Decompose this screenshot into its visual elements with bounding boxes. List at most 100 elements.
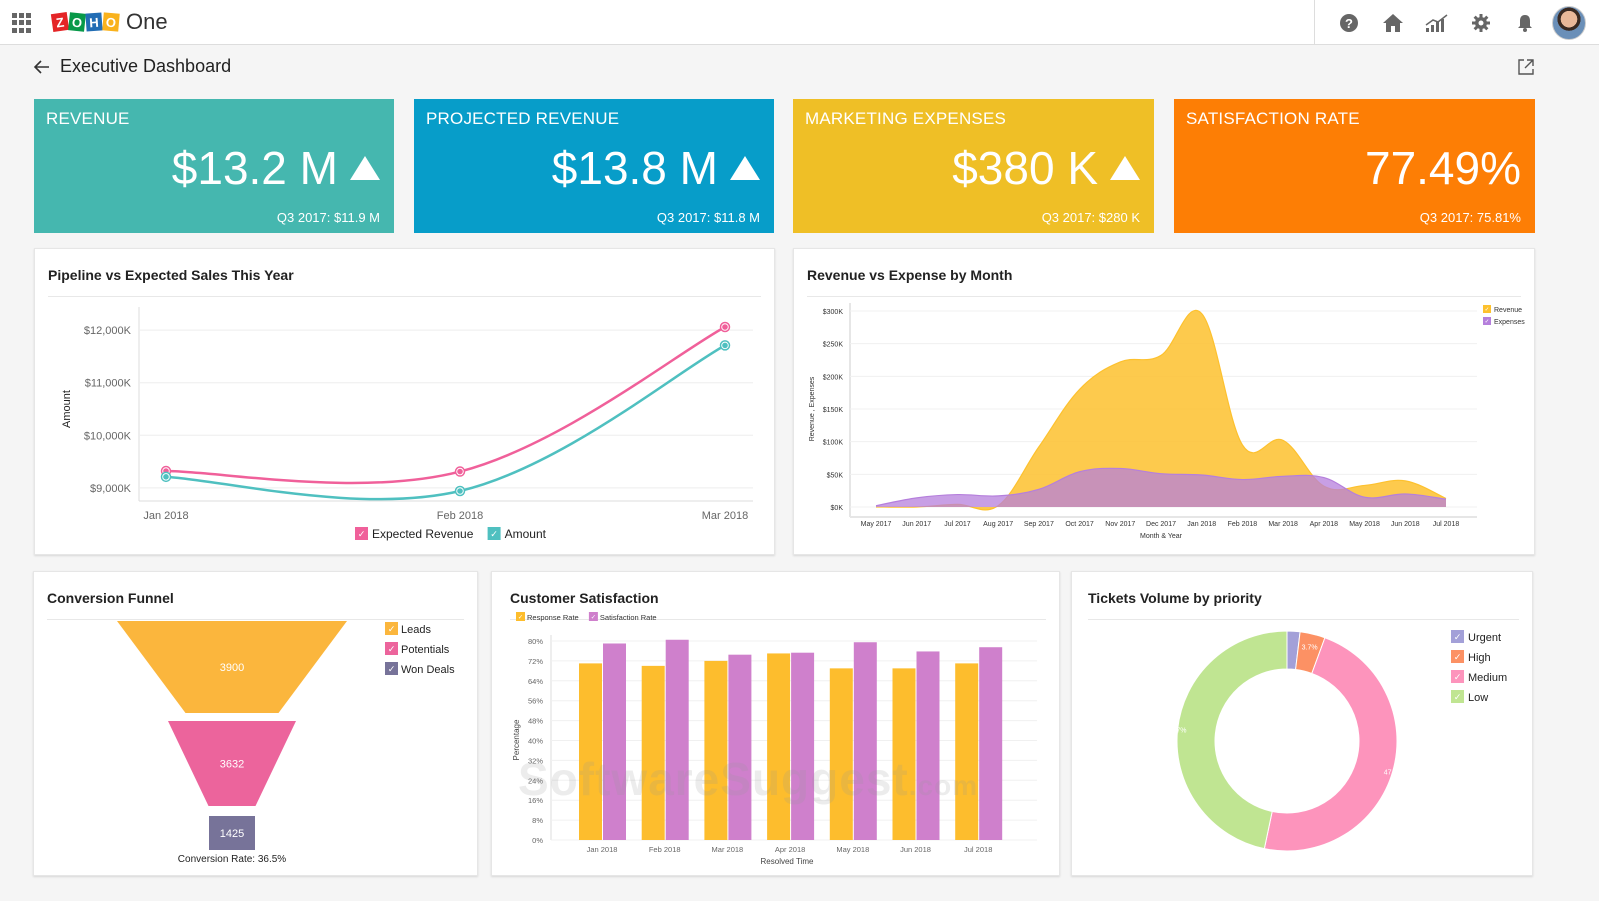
user-avatar[interactable] [1547,0,1591,45]
x-axis-title: Resolved Time [761,857,814,866]
customer-satisfaction-bar-chart: 0% 8% 16% 24% 32% 40% 48% 56% 64% 72% 80% Jan 2018 F… [512,612,1037,866]
x-tick-label: Jun 2018 [1391,521,1420,528]
check-icon: ✓ [388,664,396,674]
check-icon: ✓ [1485,319,1490,325]
bar-response-rate [641,665,665,840]
y-tick-label: 0% [532,836,543,845]
kpi-value: $13.2 M [172,141,380,195]
legend-label: Potentials [401,644,450,656]
slice-label: 46.7% [1167,728,1187,735]
home-icon[interactable] [1371,0,1415,45]
check-icon: ✓ [518,614,523,621]
y-tick-label: 8% [532,816,543,825]
kpi-value: $13.8 M [552,141,760,195]
bar-response-rate [579,663,602,840]
app-grid-icon[interactable] [12,13,32,33]
kpi-card-satisfaction-rate[interactable]: SATISFACTION RATE 77.49% Q3 2017: 75.81% [1174,99,1535,233]
legend-label: Won Deals [401,664,455,676]
y-tick-label: 48% [528,717,543,726]
x-tick-label: Aug 2017 [983,521,1013,528]
x-tick-label: Jun 2017 [902,521,931,528]
x-tick-label: Feb 2018 [437,510,483,522]
kpi-card-marketing-expenses[interactable]: MARKETING EXPENSES $380 K Q3 2017: $280 … [793,99,1154,233]
x-tick-label: Mar 2018 [702,510,748,522]
top-bar: Z O H O One ? [0,0,1599,45]
donut-slice-low [1176,630,1288,850]
kpi-label: REVENUE [46,109,130,128]
logo-letter: H [85,12,103,32]
check-icon: ✓ [1454,632,1462,642]
y-axis-title: Percentage [512,719,521,760]
pipeline-line-chart: $9,000K $10,000K $11,000K $12,000K Jan 2018 F… [61,307,753,541]
kpi-value-text: 77.49% [1364,142,1521,194]
legend-label: Expenses [1494,319,1525,326]
legend-label: High [1468,652,1491,664]
legend-label: Expected Revenue [372,527,474,541]
svg-text:?: ? [1345,16,1353,31]
funnel-value-label: 3632 [220,759,244,771]
bar-satisfaction-rate [665,639,689,840]
legend-label: Satisfaction Rate [600,613,657,622]
kpi-card-projected-revenue[interactable]: PROJECTED REVENUE $13.8 M Q3 2017: $11.8… [414,99,774,233]
kpi-value-text: $13.2 M [171,142,338,194]
funnel-value-label: 3900 [220,662,244,674]
x-tick-label: Oct 2017 [1065,521,1094,528]
legend-label: Low [1468,692,1488,704]
legend-label: Revenue [1494,307,1522,314]
page-title: Executive Dashboard [60,56,232,76]
settings-icon[interactable] [1459,0,1503,45]
data-point-core [457,468,463,475]
check-icon: ✓ [388,624,396,634]
page-header: Executive Dashboard [32,56,231,77]
y-tick-label: $300K [823,309,844,316]
bar-satisfaction-rate [791,652,815,840]
y-tick-label: 40% [528,737,543,746]
help-icon[interactable]: ? [1327,0,1371,45]
x-tick-label: Jan 2018 [587,845,618,854]
x-tick-label: Mar 2018 [1268,521,1298,528]
y-tick-label: 80% [528,637,543,646]
x-tick-label: Apr 2018 [1310,521,1339,528]
slice-label: 47.7% [1384,770,1404,777]
tickets-donut-chart: 3.7% 47.7% 46.7% ✓ Urgent ✓ High ✓ Medium ✓ Low [1167,630,1507,852]
conversion-funnel-chart: 3900 ✓ Leads 3632 ✓ Potentials 1425 ✓ Won Deals C… [117,621,455,865]
panel-tickets-volume: Tickets Volume by priority 3.7% 47.7% 46.7… [1071,571,1533,876]
panel-revenue-expense: Revenue vs Expense by Month $0K $50K $100K… [793,248,1535,555]
legend-label: Leads [401,624,431,636]
y-tick-label: $150K [823,407,844,414]
y-tick-label: $11,000K [85,378,132,390]
legend-label: Amount [505,527,547,541]
x-tick-label: May 2018 [836,845,869,854]
analytics-icon[interactable] [1415,0,1459,45]
zoho-one-logo[interactable]: Z O H O One [50,9,168,35]
x-tick-label: May 2018 [1349,521,1380,528]
y-tick-label: 32% [528,756,543,765]
kpi-label: SATISFACTION RATE [1186,109,1360,128]
x-tick-label: Jul 2017 [944,521,971,528]
slice-label: 3.7% [1302,645,1318,652]
bar-satisfaction-rate [916,651,940,840]
kpi-value: $380 K [952,141,1140,195]
data-point-core [722,324,728,330]
x-tick-label: Feb 2018 [1228,521,1258,528]
kpi-comparison: Q3 2017: $280 K [1041,210,1140,225]
back-arrow-icon[interactable] [32,57,52,77]
kpi-value: 77.49% [1365,141,1521,195]
data-point-core [457,488,463,494]
logo-letter: Z [50,11,70,33]
kpi-label: MARKETING EXPENSES [805,109,1007,128]
bar-response-rate [704,660,728,840]
kpi-card-revenue[interactable]: REVENUE $13.2 M Q3 2017: $11.9 M [34,99,394,233]
x-tick-label: May 2017 [861,521,892,528]
kpi-value-text: $13.8 M [551,142,718,194]
data-point-core [722,342,728,349]
open-external-icon[interactable] [1517,58,1535,76]
kpi-comparison: Q3 2017: 75.81% [1419,210,1521,225]
y-tick-label: $100K [823,440,844,447]
kpi-comparison: Q3 2017: $11.8 M [656,210,760,225]
x-tick-label: Feb 2018 [649,845,681,854]
panel-conversion-funnel: Conversion Funnel 3900 ✓ Leads 3632 ✓ Potenti… [33,571,478,876]
y-tick-label: $0K [831,505,844,512]
notification-bell-icon[interactable] [1503,0,1547,45]
bar-response-rate [955,663,979,840]
